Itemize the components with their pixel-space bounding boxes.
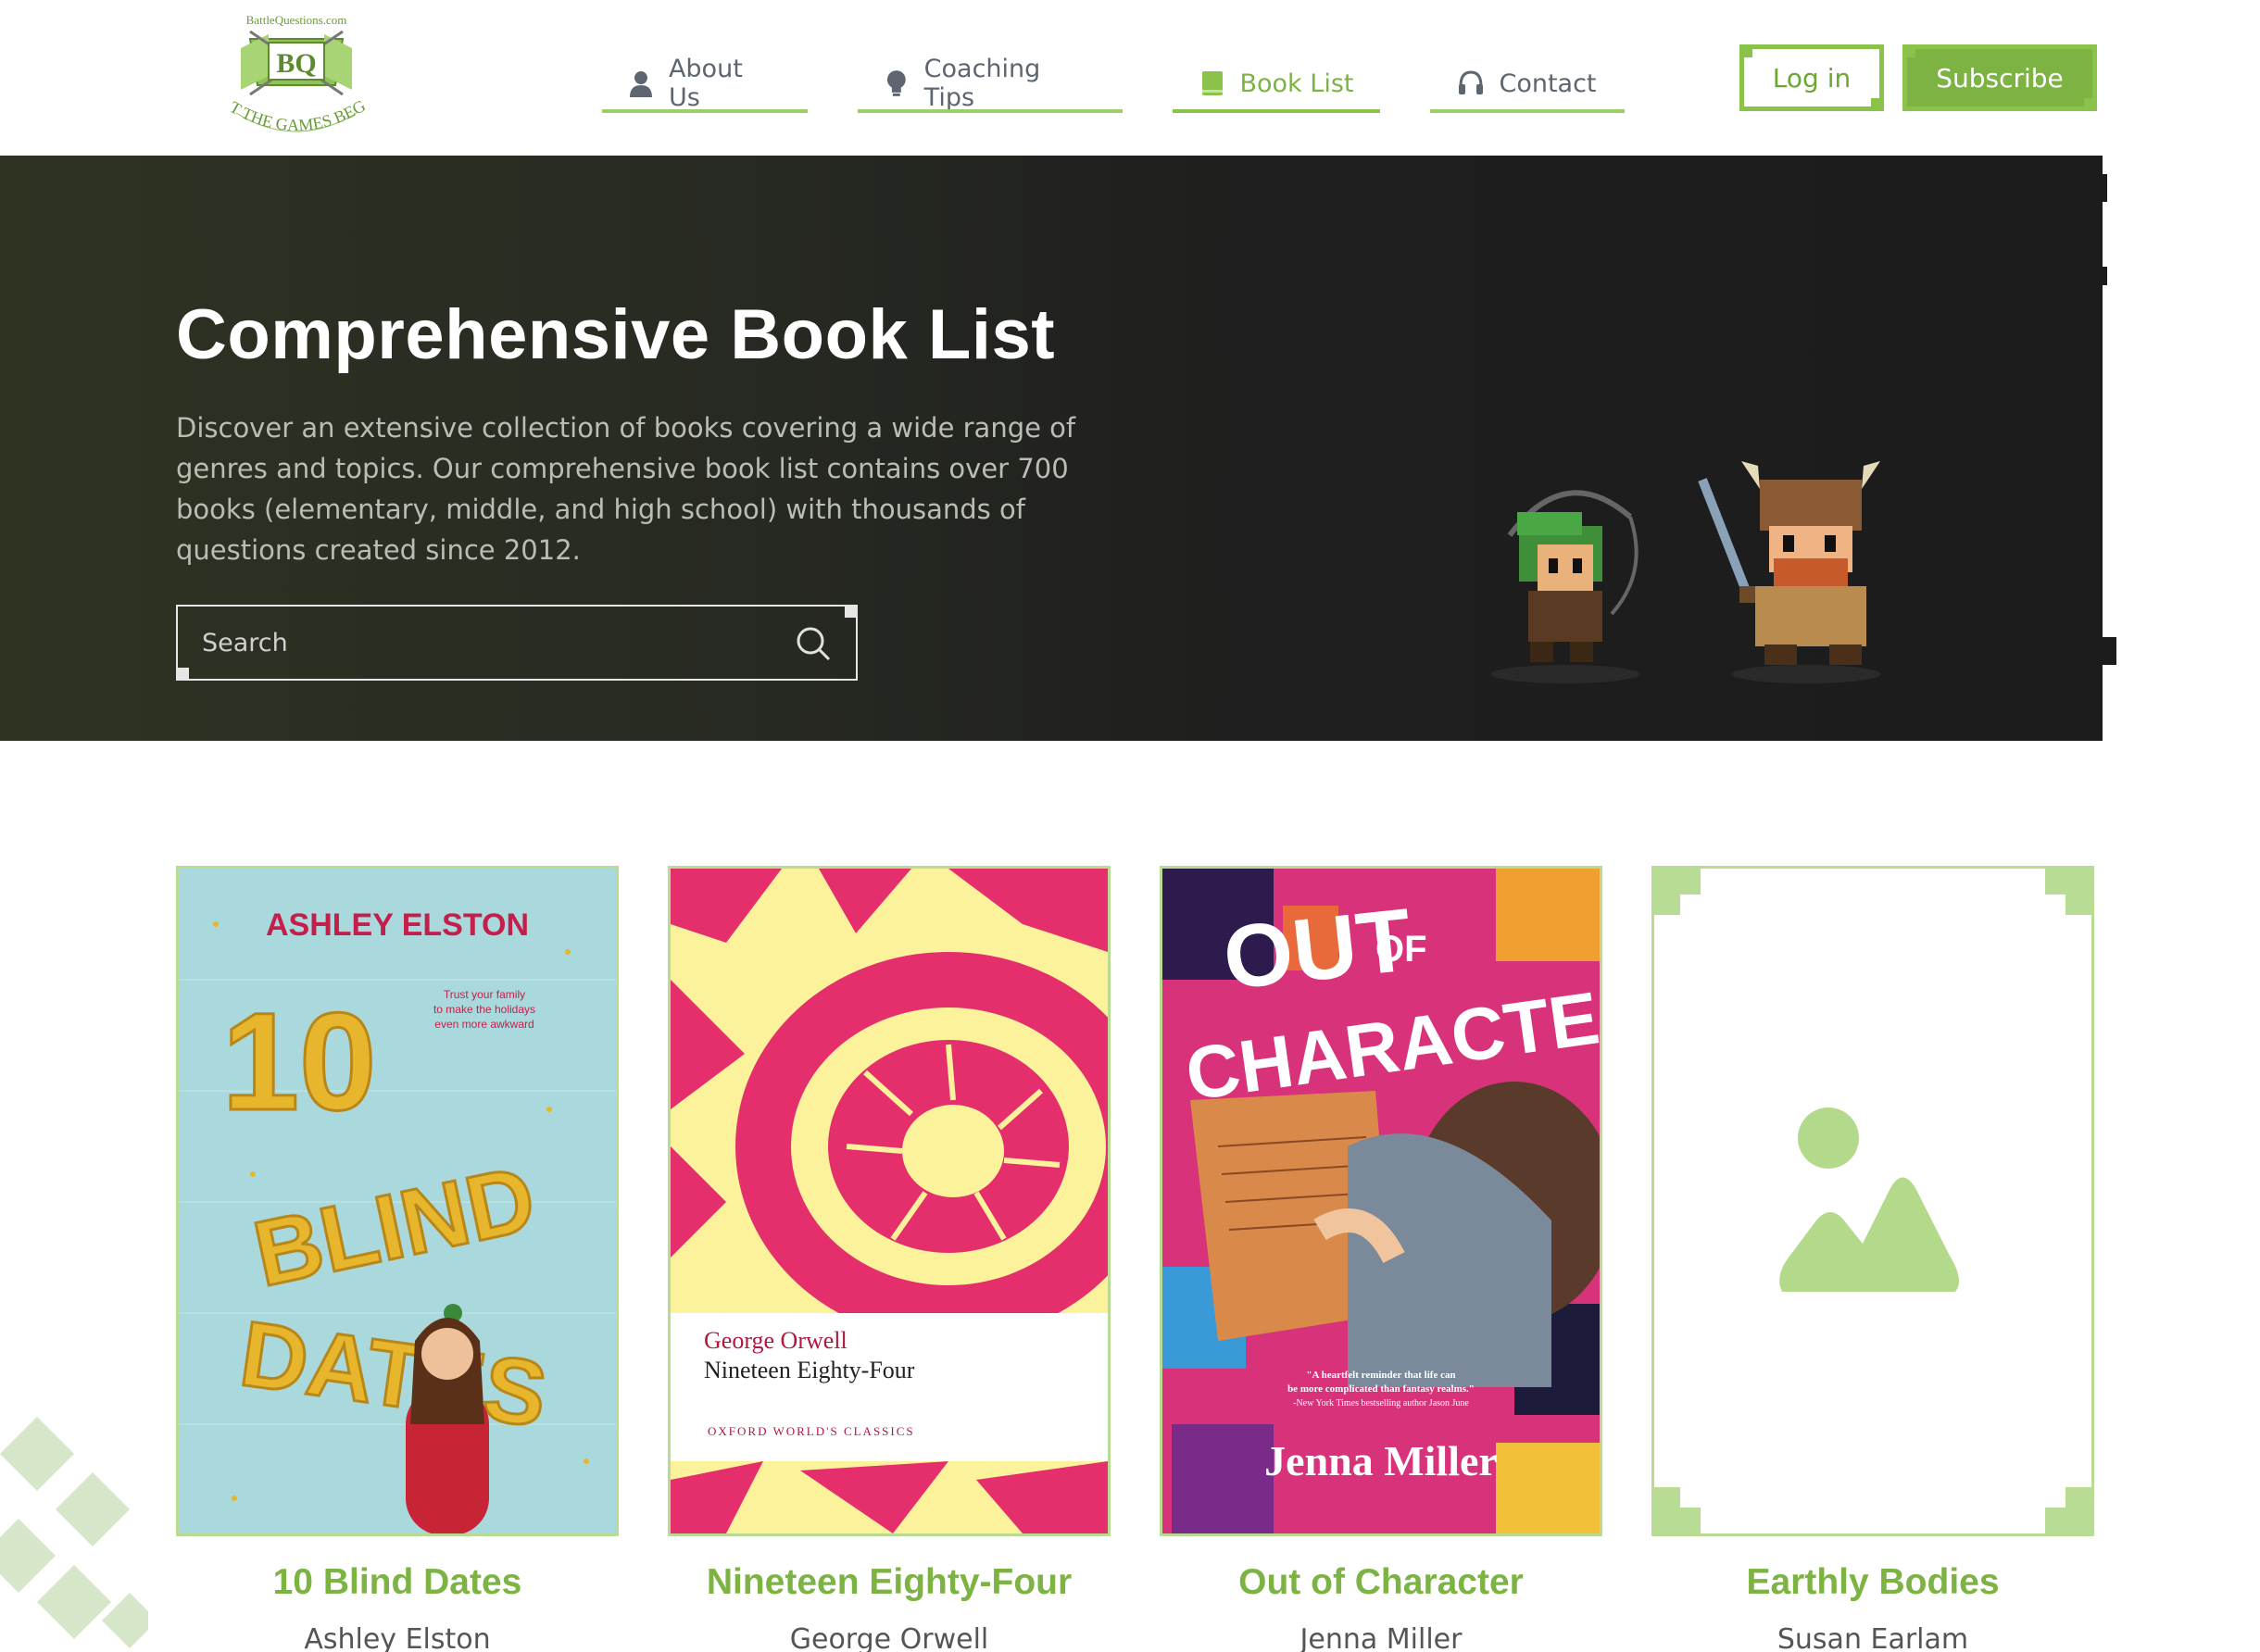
subscribe-button[interactable]: Subscribe — [1902, 44, 2097, 111]
site-logo[interactable]: BattleQuestions.com BQ LET THE GAMES BEG… — [207, 0, 380, 145]
book-cover[interactable]: OUT OF CHARACTER "A heartfelt reminder t… — [1160, 866, 1602, 1536]
book-author: George Orwell — [789, 1623, 989, 1652]
hero-pixel-edge — [2065, 156, 2116, 741]
svg-text:OF: OF — [1375, 929, 1427, 970]
search-box — [176, 605, 858, 681]
nav-coaching-tips[interactable]: Coaching Tips — [858, 54, 1123, 113]
logo-graphic: BattleQuestions.com BQ LET THE GAMES BEG… — [207, 0, 369, 134]
pixel-characters-illustration — [1491, 461, 1880, 683]
corner-decoration — [176, 668, 189, 681]
book-title[interactable]: Out of Character — [1160, 1562, 1602, 1603]
book-card[interactable]: ASHLEY ELSTON Trust your family to make … — [176, 866, 619, 1652]
svg-text:Jenna Miller: Jenna Miller — [1264, 1437, 1498, 1484]
nav-book-list[interactable]: Book List — [1173, 54, 1380, 113]
svg-text:ASHLEY ELSTON: ASHLEY ELSTON — [266, 907, 529, 943]
svg-text:Nineteen Eighty-Four: Nineteen Eighty-Four — [704, 1357, 915, 1383]
svg-text:be more complicated than fanta: be more complicated than fantasy realms.… — [1287, 1383, 1475, 1395]
site-header: BattleQuestions.com BQ LET THE GAMES BEG… — [0, 0, 2260, 156]
svg-text:10: 10 — [222, 983, 377, 1139]
book-card[interactable]: Earthly Bodies Susan Earlam — [1651, 866, 2094, 1652]
search-input[interactable] — [202, 628, 758, 657]
main-nav: About Us Coaching Tips Book List Contact — [602, 54, 1625, 113]
viking-sprite — [1698, 461, 1880, 665]
book-cover[interactable]: ASHLEY ELSTON Trust your family to make … — [176, 866, 619, 1536]
corner-decoration — [845, 605, 858, 618]
svg-text:-New York Times bestselling au: -New York Times bestselling author Jason… — [1293, 1398, 1469, 1408]
svg-text:BQ: BQ — [276, 48, 316, 79]
headset-icon — [1459, 70, 1484, 94]
lightbulb-icon — [886, 70, 906, 96]
login-button[interactable]: Log in — [1739, 44, 1884, 111]
nav-about-us[interactable]: About Us — [602, 54, 808, 113]
nav-contact-label: Contact — [1499, 69, 1597, 98]
book-cover[interactable]: George Orwell Nineteen Eighty-Four OXFOR… — [668, 866, 1111, 1536]
book-cover[interactable] — [1651, 866, 2094, 1536]
cover-out-of-character: OUT OF CHARACTER "A heartfelt reminder t… — [1162, 869, 1600, 1533]
page-title: Comprehensive Book List — [176, 295, 1056, 374]
svg-text:even more awkward: even more awkward — [434, 1018, 534, 1031]
cover-nineteen-eighty-four: George Orwell Nineteen Eighty-Four OXFOR… — [671, 869, 1108, 1533]
cover-placeholder — [1654, 869, 2091, 1533]
hero-description: Discover an extensive collection of book… — [176, 412, 1076, 566]
svg-text:OXFORD WORLD'S CLASSICS: OXFORD WORLD'S CLASSICS — [708, 1424, 915, 1438]
book-title[interactable]: Nineteen Eighty-Four — [668, 1562, 1111, 1603]
svg-text:George Orwell: George Orwell — [704, 1327, 848, 1354]
svg-text:to make the holidays: to make the holidays — [433, 1003, 535, 1016]
nav-book-list-label: Book List — [1239, 69, 1354, 98]
svg-text:BattleQuestions.com: BattleQuestions.com — [246, 13, 347, 27]
book-author: Susan Earlam — [1777, 1623, 1969, 1652]
search-icon[interactable] — [795, 625, 832, 662]
cover-10-blind-dates: ASHLEY ELSTON Trust your family to make … — [179, 869, 616, 1533]
book-title[interactable]: 10 Blind Dates — [176, 1562, 619, 1603]
book-grid: ASHLEY ELSTON Trust your family to make … — [176, 866, 2094, 1652]
hero-banner: Comprehensive Book List Discover an exte… — [0, 156, 2103, 741]
nav-coaching-tips-label: Coaching Tips — [923, 55, 1041, 112]
nav-about-us-label: About Us — [668, 55, 743, 112]
nav-contact[interactable]: Contact — [1430, 54, 1625, 113]
svg-text:Trust your family: Trust your family — [444, 988, 525, 1001]
book-card[interactable]: George Orwell Nineteen Eighty-Four OXFOR… — [668, 866, 1111, 1652]
book-title[interactable]: Earthly Bodies — [1651, 1562, 2094, 1603]
book-icon — [1201, 71, 1223, 95]
archer-sprite — [1507, 490, 1638, 662]
pixel-pattern-decoration — [0, 1417, 148, 1648]
user-icon — [629, 71, 652, 97]
book-author: Jenna Miller — [1300, 1623, 1463, 1652]
book-card[interactable]: OUT OF CHARACTER "A heartfelt reminder t… — [1160, 866, 1602, 1652]
book-author: Ashley Elston — [304, 1623, 491, 1652]
svg-text:"A heartfelt reminder that lif: "A heartfelt reminder that life can — [1306, 1370, 1455, 1381]
